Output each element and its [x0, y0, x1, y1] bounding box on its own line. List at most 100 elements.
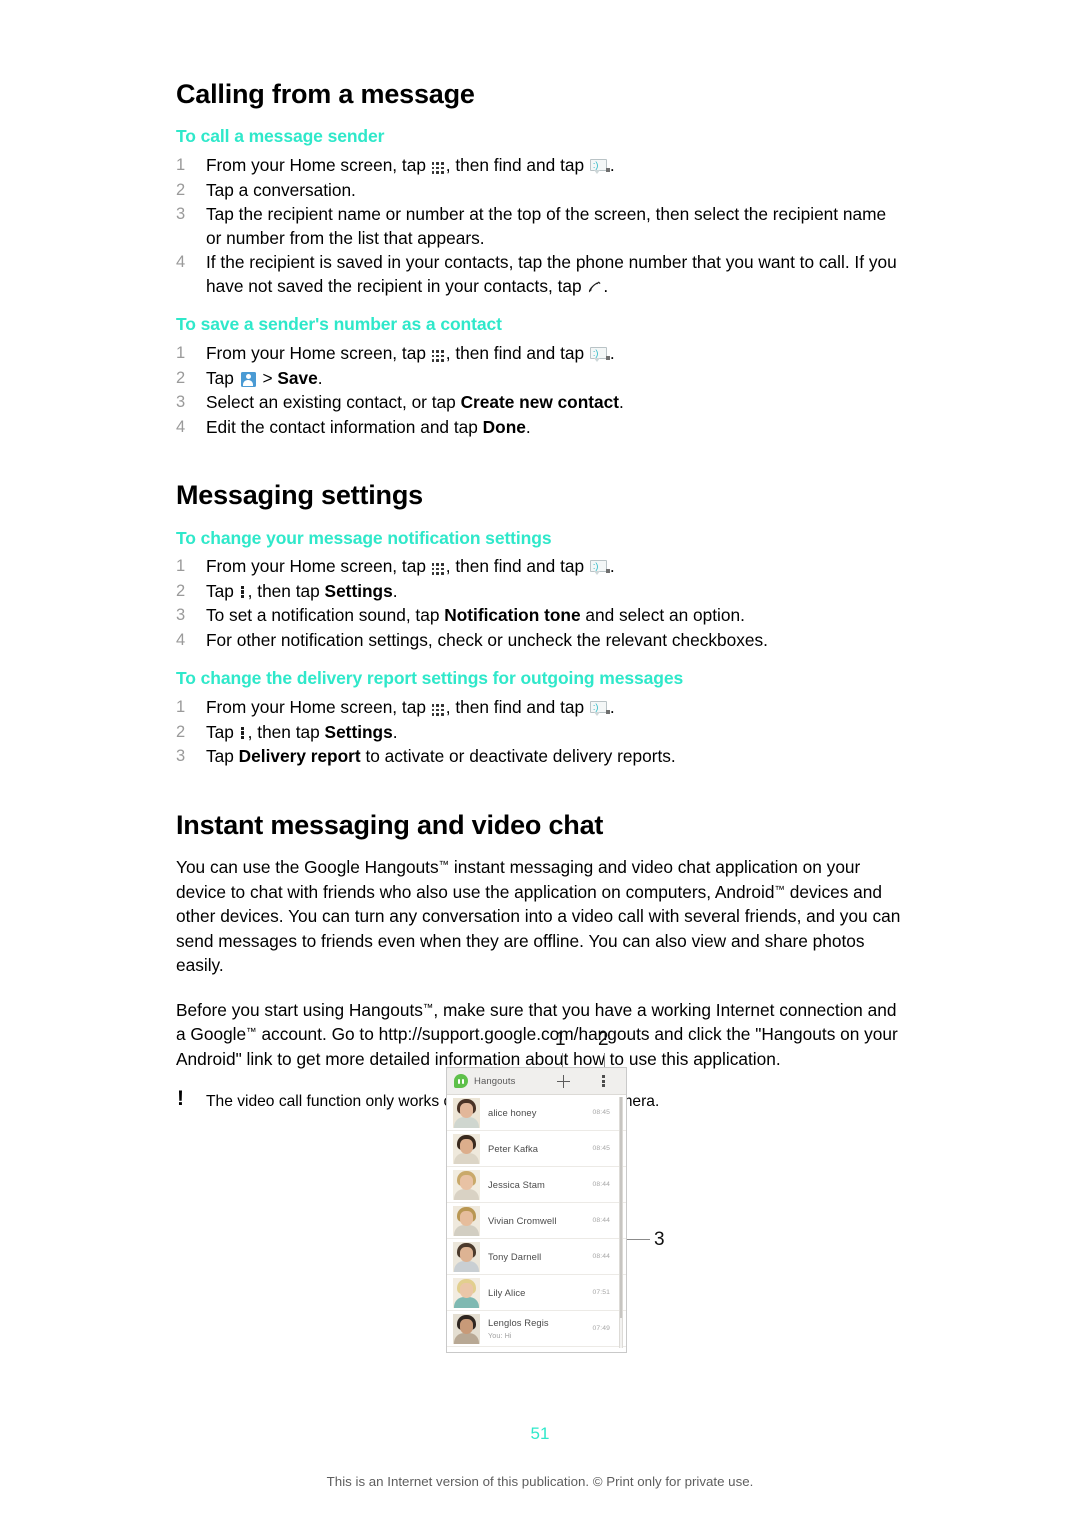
emphasis-term: Settings [324, 721, 393, 742]
emphasis-term: Create new contact [460, 392, 620, 413]
conversation-timestamp: 08:44 [592, 1217, 610, 1224]
procedure-step: 2 Tap > Save. [176, 367, 906, 391]
step-number: 4 [176, 630, 186, 649]
trademark-symbol: ™ [438, 859, 450, 872]
step-text: Tap a conversation. [206, 179, 356, 200]
paragraph: You can use the Google Hangouts™ instant… [176, 857, 901, 976]
avatar [453, 1097, 480, 1128]
procedure-step: 4 For other notification settings, check … [176, 629, 906, 653]
content-section: Calling from a message To call a message … [176, 78, 906, 439]
step-text: Tap the recipient name or number at the … [206, 204, 887, 248]
step-number: 2 [176, 368, 186, 387]
callout-label-3: 3 [654, 1229, 665, 1250]
app-grid-icon [431, 703, 445, 716]
contact-badge-icon [240, 371, 256, 387]
procedure-steps: 1 From your Home screen, tap , then find … [176, 696, 906, 769]
step-number: 3 [176, 606, 186, 625]
avatar [453, 1241, 480, 1272]
plus-icon[interactable] [557, 1075, 570, 1088]
step-number: 3 [176, 393, 186, 412]
conversation-name-text: Peter Kafka [488, 1143, 539, 1154]
procedure-heading: To change your message notification sett… [176, 527, 552, 548]
step-number: 1 [176, 344, 186, 363]
messaging-icon: :) [589, 560, 610, 576]
messaging-icon: :) [589, 347, 610, 363]
conversation-name: Vivian Cromwell [488, 1215, 592, 1226]
avatar [453, 1133, 480, 1164]
page-number: 51 [530, 1424, 550, 1443]
conversation-row[interactable]: alice honey 08:45 [447, 1095, 626, 1131]
conversation-row[interactable]: Jessica Stam 08:44 [447, 1167, 626, 1203]
hangouts-figure: 1 2 3 Hangouts alice honey 08:45 Peter Kaf… [446, 1029, 665, 1359]
procedure-steps: 1 From your Home screen, tap , then find … [176, 342, 906, 439]
procedure-heading: To change the delivery report settings f… [176, 668, 684, 689]
step-number: 4 [176, 253, 186, 272]
trademark-symbol: ™ [422, 1001, 434, 1014]
overflow-menu-icon[interactable] [602, 1074, 606, 1089]
procedure-heading: To call a message sender [176, 126, 385, 147]
conversation-name-text: Vivian Cromwell [488, 1215, 557, 1226]
conversation-name-text: Lenglos Regis [488, 1316, 549, 1328]
conversation-timestamp: 08:44 [592, 1253, 610, 1260]
conversation-timestamp: 07:49 [592, 1325, 610, 1332]
procedure-step: 3 Select an existing contact, or tap Crea… [176, 391, 906, 415]
emphasis-term: Notification tone [444, 605, 581, 626]
conversation-row[interactable]: Lenglos Regis You: Hi 07:49 [447, 1311, 626, 1347]
procedure-step: 1 From your Home screen, tap , then find … [176, 342, 906, 366]
conversation-name-text: Tony Darnell [488, 1251, 542, 1262]
conversation-row[interactable]: Lily Alice 07:51 [447, 1275, 626, 1311]
scrollbar[interactable] [619, 1097, 623, 1348]
emphasis-term: Save [277, 367, 318, 388]
conversation-name: alice honey [488, 1107, 592, 1118]
conversation-name: Lenglos Regis You: Hi [488, 1317, 592, 1341]
exclamation-icon: ! [177, 1087, 184, 1111]
footer-note: This is an Internet version of this publ… [326, 1474, 754, 1489]
scrollbar-thumb[interactable] [620, 1097, 622, 1318]
avatar [453, 1169, 480, 1200]
procedure-step: 2 Tap a conversation. [176, 179, 906, 203]
conversation-name: Peter Kafka [488, 1143, 592, 1154]
conversation-name: Jessica Stam [488, 1179, 592, 1190]
conversation-timestamp: 08:45 [592, 1109, 610, 1116]
messaging-icon: :) [589, 701, 610, 717]
hangouts-app-title: Hangouts [474, 1075, 516, 1087]
callout-label-1: 1 [555, 1029, 566, 1050]
conversation-row[interactable]: Vivian Cromwell 08:44 [447, 1203, 626, 1239]
conversation-row[interactable]: Tony Darnell 08:44 [447, 1239, 626, 1275]
conversation-name: Tony Darnell [488, 1251, 592, 1262]
phone-handset-icon [587, 277, 602, 293]
overflow-menu-icon [240, 726, 246, 740]
conversation-timestamp: 08:45 [592, 1145, 610, 1152]
step-text: Select an existing contact, or tap Creat… [206, 392, 624, 413]
trademark-symbol: ™ [246, 1026, 257, 1039]
procedure-step: 1 From your Home screen, tap , then find … [176, 555, 906, 579]
step-number: 3 [176, 205, 186, 224]
app-grid-icon [431, 562, 445, 575]
conversation-name-text: Jessica Stam [488, 1179, 545, 1190]
step-text: From your Home screen, tap , then find a… [206, 556, 615, 577]
conversation-name: Lily Alice [488, 1287, 592, 1298]
conversation-row[interactable]: Peter Kafka 08:45 [447, 1131, 626, 1167]
messaging-icon: :) [589, 159, 610, 175]
section-heading: Instant messaging and video chat [176, 809, 604, 840]
avatar [453, 1313, 480, 1344]
emphasis-term: Done [482, 416, 526, 437]
step-number: 4 [176, 417, 186, 436]
step-text: If the recipient is saved in your contac… [206, 252, 897, 296]
document-page: Calling from a message To call a message … [0, 0, 1080, 1527]
step-text: For other notification settings, check o… [206, 629, 768, 650]
conversation-name-text: Lily Alice [488, 1287, 526, 1298]
app-grid-icon [431, 349, 445, 362]
avatar [453, 1277, 480, 1308]
app-grid-icon [431, 161, 445, 174]
step-text: Tap , then tap Settings. [206, 721, 398, 742]
step-text: Tap > Save. [206, 367, 323, 388]
step-text: From your Home screen, tap , then find a… [206, 155, 615, 176]
procedure-steps: 1 From your Home screen, tap , then find … [176, 555, 906, 652]
step-number: 1 [176, 156, 186, 175]
emphasis-term: Delivery report [238, 746, 361, 767]
section-heading: Calling from a message [176, 79, 475, 109]
hangouts-screenshot: Hangouts alice honey 08:45 Peter Kafka 08:4… [446, 1067, 627, 1353]
step-number: 1 [176, 698, 186, 717]
step-number: 3 [176, 747, 186, 766]
